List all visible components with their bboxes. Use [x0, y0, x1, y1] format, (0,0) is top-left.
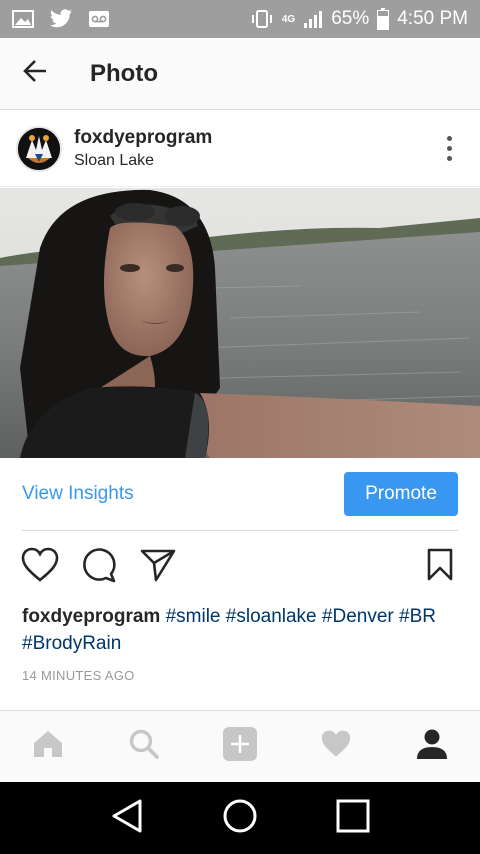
post-timestamp: 14 MINUTES AGO [22, 668, 135, 683]
hashtag[interactable]: #BrodyRain [22, 633, 121, 654]
like-button[interactable] [20, 547, 60, 587]
post-caption: foxdyeprogram #smile #sloanlake #Denver … [22, 603, 462, 657]
twitter-icon [48, 9, 74, 29]
signal-icon [303, 9, 323, 29]
post-username[interactable]: foxdyeprogram [74, 127, 212, 149]
post-location[interactable]: Sloan Lake [74, 152, 212, 170]
add-icon [222, 726, 258, 767]
page-title: Photo [90, 59, 158, 87]
search-icon [128, 728, 160, 765]
clock: 4:50 PM [397, 8, 468, 29]
caption-username[interactable]: foxdyeprogram [22, 606, 160, 627]
hashtag[interactable]: #Denver [322, 606, 394, 627]
heart-icon [21, 547, 59, 588]
hashtag[interactable]: #BR [399, 606, 436, 627]
comment-button[interactable] [79, 547, 119, 587]
more-dot [446, 146, 452, 151]
comment-icon [81, 547, 117, 588]
post-actions [0, 540, 480, 594]
status-notification-icons [12, 9, 110, 29]
network-type-label: 4G [281, 13, 296, 25]
back-button[interactable] [0, 38, 70, 110]
more-options-button[interactable] [434, 129, 464, 169]
recents-square-icon [336, 799, 370, 838]
avatar[interactable] [16, 125, 62, 172]
system-home-button[interactable] [210, 788, 270, 848]
hashtag[interactable]: #sloanlake [226, 606, 317, 627]
tab-home[interactable] [18, 717, 78, 777]
image-icon [12, 10, 34, 28]
home-circle-icon [222, 798, 258, 839]
divider [22, 530, 458, 531]
post-photo[interactable] [0, 188, 480, 458]
system-nav-bar [0, 782, 480, 854]
photo-selfie-lake [0, 188, 480, 458]
status-system-info: 4G 65% 4:50 PM [250, 8, 468, 30]
share-icon [140, 548, 176, 587]
view-insights-link[interactable]: View Insights [22, 483, 134, 505]
post-user-block: foxdyeprogram Sloan Lake [74, 127, 212, 170]
voicemail-icon [88, 10, 110, 28]
tab-activity[interactable] [306, 717, 366, 777]
tab-add[interactable] [210, 717, 270, 777]
system-back-button[interactable] [97, 788, 157, 848]
home-icon [32, 729, 64, 764]
profile-icon [416, 728, 448, 765]
back-triangle-icon [110, 798, 144, 839]
promote-button[interactable]: Promote [344, 472, 458, 516]
insights-row: View Insights Promote [0, 458, 480, 530]
app-bar: Photo [0, 38, 480, 110]
tab-profile[interactable] [402, 717, 462, 777]
post-header: foxdyeprogram Sloan Lake [0, 111, 480, 187]
arrow-left-icon [21, 57, 49, 90]
battery-icon [377, 8, 390, 30]
tab-search[interactable] [114, 717, 174, 777]
system-recents-button[interactable] [323, 788, 383, 848]
status-bar: 4G 65% 4:50 PM [0, 0, 480, 38]
vibrate-icon [250, 9, 274, 29]
activity-heart-icon [320, 729, 352, 764]
battery-percent: 65% [331, 8, 370, 29]
more-dot [446, 156, 452, 161]
bottom-tab-bar [0, 710, 480, 782]
more-dot [446, 136, 452, 141]
bookmark-icon [426, 548, 454, 587]
share-button[interactable] [138, 547, 178, 587]
hashtag[interactable]: #smile [166, 606, 221, 627]
save-button[interactable] [420, 547, 460, 587]
